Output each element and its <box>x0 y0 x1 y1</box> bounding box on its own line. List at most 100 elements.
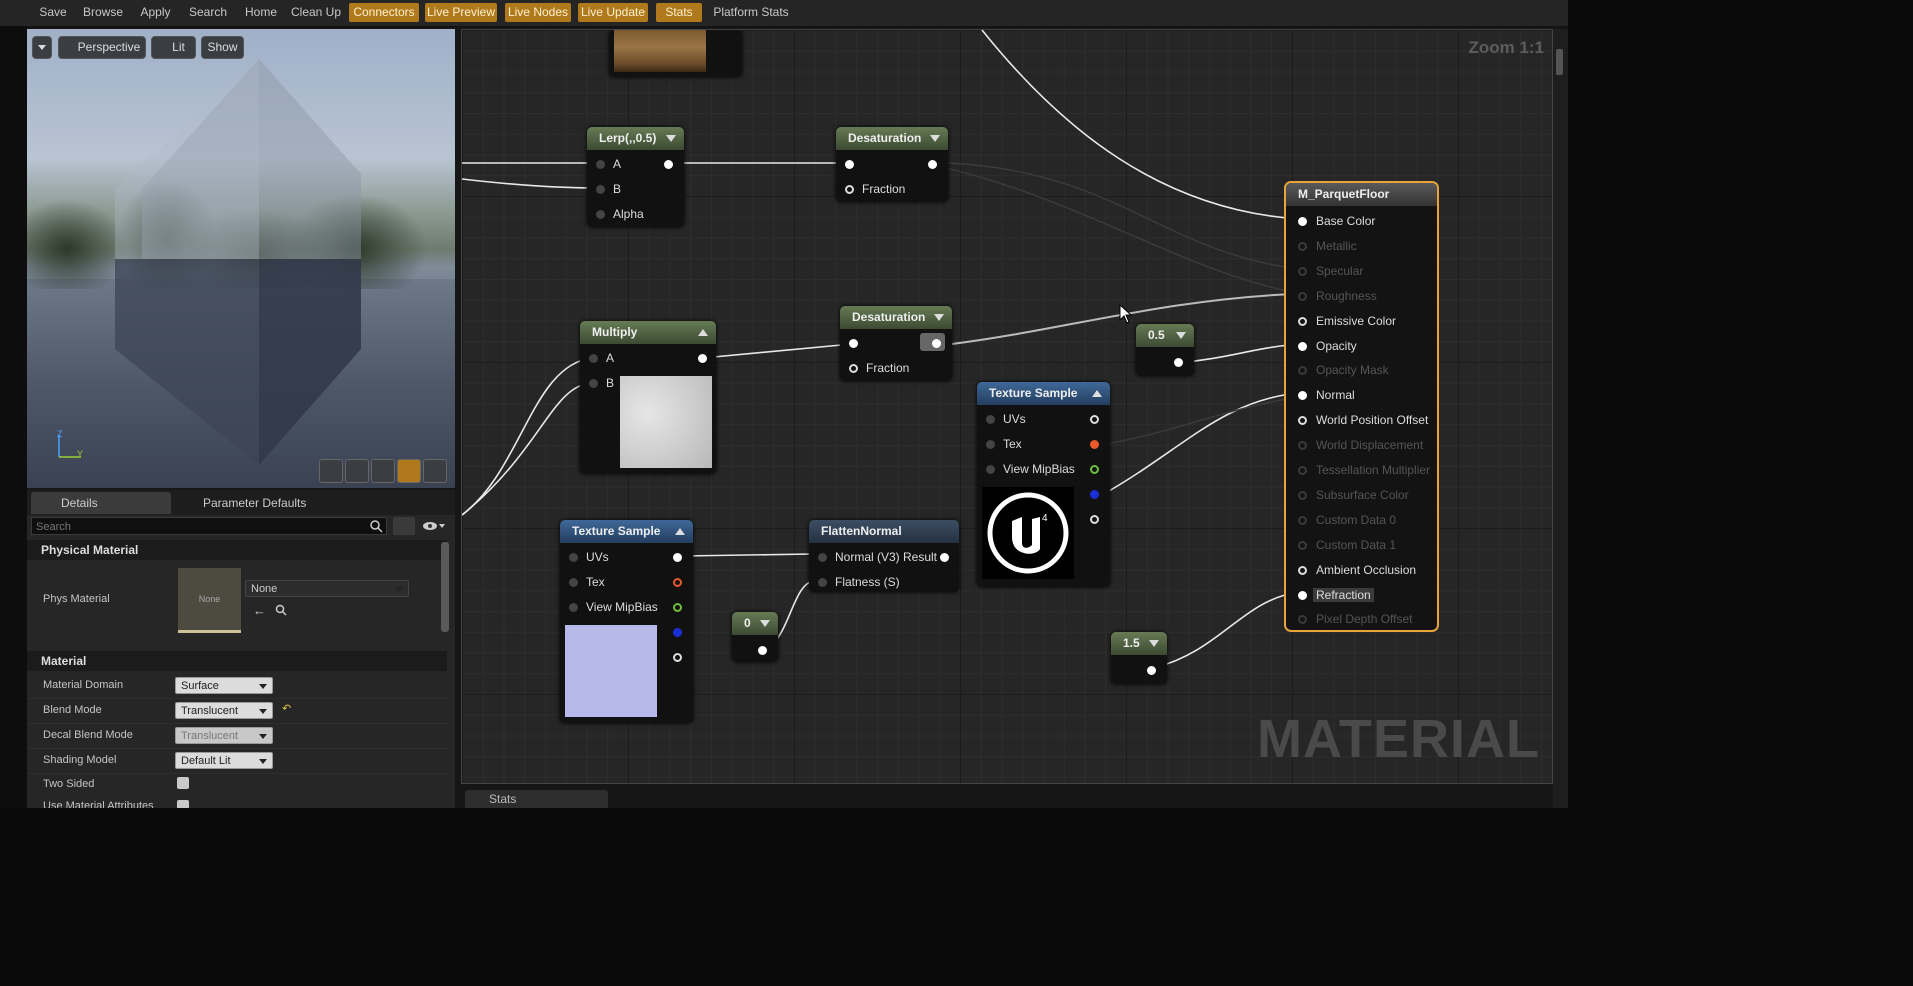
texture-sample-1-tex-pin[interactable] <box>986 440 995 449</box>
desaturation-2-input-pin[interactable] <box>849 339 858 348</box>
constant-1-5-node[interactable]: 1.5 <box>1111 632 1167 684</box>
lerp-b-pin[interactable] <box>596 185 605 194</box>
flatten-normal-flatness-pin[interactable] <box>818 578 827 587</box>
expand-arrow-icon[interactable] <box>1092 390 1102 397</box>
live-preview-toggle[interactable]: Live Preview <box>425 3 497 22</box>
two-sided-checkbox[interactable] <box>177 777 189 789</box>
result-pin-opacity-mask[interactable] <box>1298 366 1307 376</box>
lerp-alpha-pin[interactable] <box>596 210 605 219</box>
preview-mesh-button[interactable] <box>423 459 447 483</box>
flatten-normal-input-pin[interactable] <box>818 553 827 562</box>
material-result-node[interactable]: M_ParquetFloor Base Color Metallic Specula… <box>1284 181 1439 632</box>
desaturation-2-fraction-pin[interactable] <box>849 364 858 373</box>
texture-sample-1-uvs-pin[interactable] <box>986 415 995 424</box>
material-graph[interactable]: Zoom 1:1 Lerp(,,0.5) A B Alpha Desaturat… <box>461 29 1553 784</box>
collapse-arrow-icon[interactable] <box>760 620 770 627</box>
texture-sample-1-mipbias-pin[interactable] <box>986 465 995 474</box>
material-section[interactable]: Material <box>27 651 447 671</box>
flatten-normal-result-pin[interactable] <box>940 553 949 562</box>
result-pin-specular[interactable] <box>1298 266 1307 276</box>
texture-sample-2-mipbias-pin[interactable] <box>569 603 578 612</box>
texture-sample-2-uvs-pin[interactable] <box>569 553 578 562</box>
texture-sample-node-1[interactable]: Texture Sample UVs Tex View MipBias 4 <box>977 382 1110 587</box>
preview-cube-button[interactable] <box>397 459 421 483</box>
desaturation-node-2[interactable]: Desaturation Fraction <box>840 306 952 381</box>
lit-button[interactable]: Lit <box>151 36 196 59</box>
desaturation-node-1[interactable]: Desaturation Fraction <box>836 127 948 202</box>
texture-sample-1-g-pin[interactable] <box>1090 465 1099 474</box>
result-pin-pixel-depth-offset[interactable] <box>1298 615 1307 625</box>
desaturation-2-output-pin[interactable] <box>932 339 941 348</box>
viewport-menu-button[interactable] <box>32 36 52 59</box>
shading-model-dropdown[interactable]: Default Lit <box>175 752 273 769</box>
phys-material-dropdown[interactable]: None <box>245 580 409 597</box>
right-scrollbar-thumb[interactable] <box>1556 49 1563 75</box>
use-material-attributes-checkbox[interactable] <box>177 800 189 808</box>
perspective-button[interactable]: Perspective <box>58 36 146 59</box>
preview-viewport[interactable]: Perspective Lit Show Z Y <box>27 29 455 488</box>
texture-sample-2-b-pin[interactable] <box>673 628 682 637</box>
preview-cylinder-button[interactable] <box>319 459 343 483</box>
expand-arrow-icon[interactable] <box>698 329 708 336</box>
collapse-arrow-icon[interactable] <box>930 135 940 142</box>
texture-sample-1-r-pin[interactable] <box>1090 440 1099 449</box>
desaturation-1-input-pin[interactable] <box>845 160 854 169</box>
result-pin-emissive-color[interactable] <box>1298 316 1307 326</box>
texture-sample-2-tex-pin[interactable] <box>569 578 578 587</box>
result-pin-world-position-offset[interactable] <box>1298 416 1307 426</box>
details-search-input[interactable]: Search <box>31 517 387 535</box>
browse-search-icon[interactable] <box>275 604 287 616</box>
desaturation-1-output-pin[interactable] <box>928 160 937 169</box>
preview-plane-button[interactable] <box>371 459 395 483</box>
tab-parameter-defaults[interactable]: Parameter Defaults <box>173 492 318 514</box>
platform-stats-button[interactable]: Platform Stats <box>708 3 794 22</box>
stats-toggle[interactable]: Stats <box>656 3 702 22</box>
flatten-normal-node[interactable]: FlattenNormal Normal (V3) Result Flatnes… <box>809 520 959 592</box>
collapse-arrow-icon[interactable] <box>1176 332 1186 339</box>
texture-sample-1-rgb-pin[interactable] <box>1090 415 1099 424</box>
constant-0-5-node[interactable]: 0.5 <box>1136 324 1194 376</box>
clean-up-button[interactable]: Clean Up <box>288 3 344 22</box>
result-pin-metallic[interactable] <box>1298 241 1307 251</box>
result-pin-world-displacement[interactable] <box>1298 441 1307 451</box>
expand-arrow-icon[interactable] <box>675 528 685 535</box>
result-pin-custom-data-1[interactable] <box>1298 540 1307 550</box>
result-pin-subsurface-color[interactable] <box>1298 490 1307 500</box>
multiply-b-pin[interactable] <box>589 379 598 388</box>
constant-0-node[interactable]: 0 <box>732 612 778 662</box>
preview-sphere-button[interactable] <box>345 459 369 483</box>
save-button[interactable]: Save <box>33 3 73 22</box>
texture-sample-1-a-pin[interactable] <box>1090 515 1099 524</box>
result-pin-custom-data-0[interactable] <box>1298 515 1307 525</box>
phys-material-thumbnail[interactable]: None <box>178 568 241 633</box>
collapse-arrow-icon[interactable] <box>1149 640 1159 647</box>
texture-sample-2-a-pin[interactable] <box>673 653 682 662</box>
physical-material-section[interactable]: Physical Material <box>27 540 447 560</box>
details-scrollbar[interactable] <box>441 542 449 632</box>
collapse-arrow-icon[interactable] <box>934 314 944 321</box>
blend-mode-dropdown[interactable]: Translucent <box>175 702 273 719</box>
reset-arrow-icon[interactable]: ↶ <box>282 702 291 715</box>
texture-sample-1-b-pin[interactable] <box>1090 490 1099 499</box>
constant-0-5-output-pin[interactable] <box>1174 358 1183 367</box>
connectors-toggle[interactable]: Connectors <box>349 3 419 22</box>
home-button[interactable]: Home <box>240 3 282 22</box>
stats-tab[interactable]: Stats <box>465 790 608 808</box>
result-pin-ambient-occlusion[interactable] <box>1298 565 1307 575</box>
lerp-output-pin[interactable] <box>664 160 673 169</box>
tab-details[interactable]: Details <box>31 492 171 514</box>
live-update-toggle[interactable]: Live Update <box>578 3 648 22</box>
live-nodes-toggle[interactable]: Live Nodes <box>505 3 571 22</box>
apply-button[interactable]: Apply <box>134 3 177 22</box>
lerp-node[interactable]: Lerp(,,0.5) A B Alpha <box>587 127 684 227</box>
search-button[interactable]: Search <box>184 3 232 22</box>
lerp-a-pin[interactable] <box>596 160 605 169</box>
result-pin-refraction[interactable] <box>1298 590 1307 600</box>
texture-sample-node-2[interactable]: Texture Sample UVs Tex View MipBias <box>560 520 693 723</box>
property-matrix-button[interactable] <box>393 517 415 535</box>
use-selected-arrow-icon[interactable]: ← <box>253 603 266 618</box>
multiply-a-pin[interactable] <box>589 354 598 363</box>
constant-0-output-pin[interactable] <box>758 646 767 655</box>
partial-texture-node[interactable] <box>609 30 742 77</box>
result-pin-opacity[interactable] <box>1298 341 1307 351</box>
